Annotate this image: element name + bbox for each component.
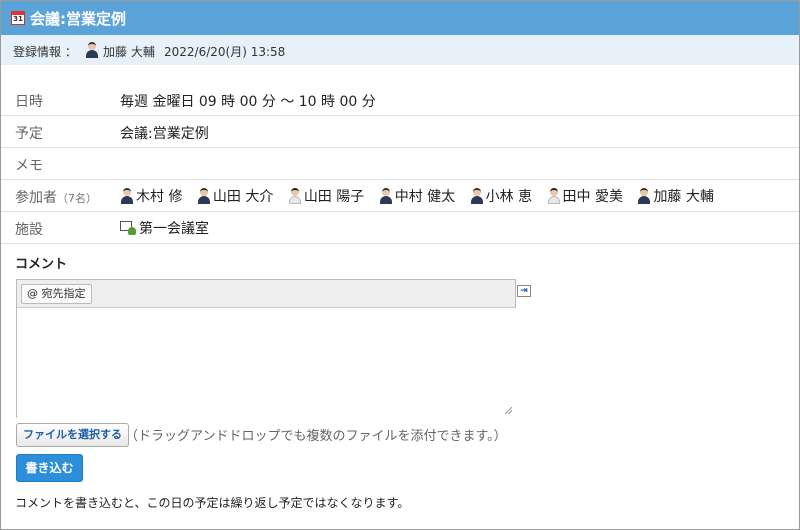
row-memo: メモ [1, 148, 799, 180]
user-avatar-icon [470, 188, 484, 204]
user-avatar-icon [120, 188, 134, 204]
facility-icon [120, 220, 136, 236]
comment-textarea[interactable] [17, 308, 519, 421]
comment-editor: @ 宛先指定 [16, 279, 519, 421]
participants-count: （7名） [57, 192, 97, 205]
user-avatar-icon [637, 188, 651, 204]
user-avatar-icon [379, 188, 393, 204]
page-title: 会議:営業定例 [30, 10, 126, 28]
row-schedule: 予定 会議:営業定例 [1, 116, 799, 148]
resize-grip-icon[interactable] [505, 407, 512, 414]
user-avatar-icon [197, 188, 211, 204]
registrant-name[interactable]: 加藤 大輔 [103, 43, 155, 60]
calendar-icon: 31 [11, 11, 25, 25]
schedule-label: 予定 [15, 126, 43, 142]
facility-label: 施設 [15, 222, 43, 238]
row-facility: 施設 第一会議室 [1, 212, 799, 244]
participant-item[interactable]: 山田 大介 [197, 186, 273, 206]
participant-item[interactable]: 山田 陽子 [288, 186, 364, 206]
datetime-label: 日時 [15, 94, 43, 110]
mention-button[interactable]: @ 宛先指定 [21, 284, 92, 304]
editor-toolbar: @ 宛先指定 [17, 280, 515, 308]
user-avatar-icon [85, 42, 99, 58]
file-drop-hint: （ドラッグアンドドロップでも複数のファイルを添付できます。） [125, 429, 507, 444]
submit-comment-button[interactable]: 書き込む [16, 454, 83, 482]
facility-name: 第一会議室 [139, 221, 209, 237]
recurrence-note: コメントを書き込むと、この日の予定は繰り返し予定ではなくなります。 [15, 496, 410, 510]
participant-item[interactable]: 加藤 大輔 [637, 186, 714, 206]
expand-right-icon[interactable]: ⇥ [517, 285, 531, 297]
registration-datetime: 2022/6/20(月) 13:58 [164, 45, 286, 59]
participant-name: 小林 恵 [485, 189, 533, 205]
participants-list: 木村 修 山田 大介 山田 陽子 中村 健太 小林 恵 田中 愛美 加藤 大輔 [120, 186, 714, 206]
memo-label: メモ [15, 158, 43, 174]
participant-name: 田中 愛美 [562, 189, 623, 205]
participant-item[interactable]: 小林 恵 [470, 186, 532, 206]
row-participants: 参加者（7名） 木村 修 山田 大介 山田 陽子 中村 健太 小林 恵 田中 愛… [1, 180, 799, 212]
schedule-detail-panel: 31 会議:営業定例 登録情報 ： 加藤 大輔 2022/6/20(月) 13:… [0, 0, 800, 530]
registration-info: 登録情報 ： 加藤 大輔 2022/6/20(月) 13:58 [1, 35, 799, 65]
row-datetime: 日時 毎週 金曜日 09 時 00 分 〜 10 時 00 分 [1, 83, 799, 116]
participants-label: 参加者（7名） [15, 187, 97, 207]
participant-name: 山田 陽子 [303, 189, 365, 205]
datetime-value: 毎週 金曜日 09 時 00 分 〜 10 時 00 分 [120, 94, 376, 110]
participant-name: 加藤 大輔 [653, 189, 714, 205]
participant-name: 木村 修 [136, 189, 183, 205]
file-select-button[interactable]: ファイルを選択する [16, 423, 129, 447]
participant-item[interactable]: 田中 愛美 [547, 186, 623, 206]
registration-label: 登録情報 ： [13, 45, 77, 59]
participant-name: 山田 大介 [212, 189, 274, 205]
comment-heading: コメント [15, 257, 68, 272]
user-avatar-icon [288, 188, 302, 204]
title-bar: 31 会議:営業定例 [1, 1, 799, 35]
participants-label-text: 参加者 [15, 190, 57, 206]
participant-name: 中村 健太 [394, 189, 456, 205]
facility-value[interactable]: 第一会議室 [120, 218, 209, 238]
schedule-value: 会議:営業定例 [120, 126, 209, 142]
user-avatar-icon [547, 188, 561, 204]
participant-item[interactable]: 木村 修 [120, 186, 182, 206]
participant-item[interactable]: 中村 健太 [379, 186, 455, 206]
